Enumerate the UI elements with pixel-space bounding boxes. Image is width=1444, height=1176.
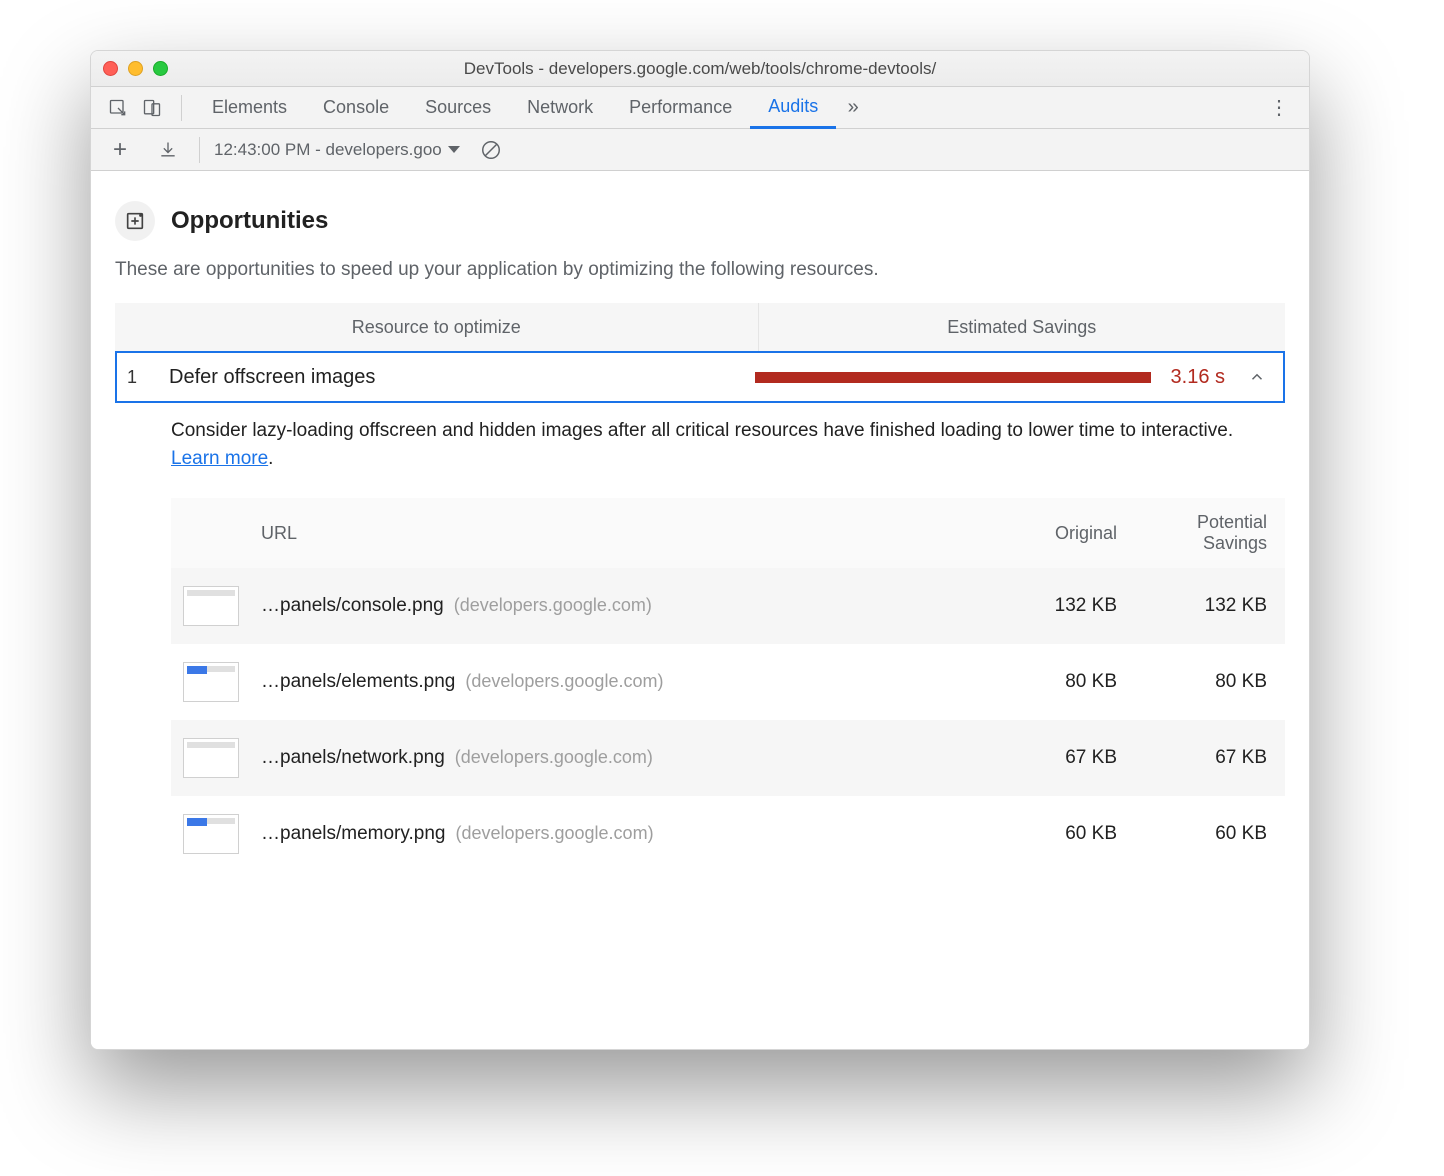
chevron-up-icon[interactable] (1245, 368, 1269, 386)
resource-original: 67 KB (977, 747, 1117, 769)
opportunity-detail-text: Consider lazy-loading offscreen and hidd… (171, 417, 1285, 472)
thumbnail-icon (183, 586, 239, 626)
detail-suffix: . (268, 448, 273, 469)
resource-url: …panels/network.png (developers.google.c… (261, 747, 977, 769)
resource-table: URL Original PotentialSavings …panels/co… (171, 498, 1285, 872)
separator (181, 95, 182, 121)
thumbnail-icon (183, 662, 239, 702)
resource-original: 80 KB (977, 671, 1117, 693)
audit-run-select[interactable]: 12:43:00 PM - developers.goo (214, 140, 460, 160)
col-potential: PotentialSavings (1117, 512, 1267, 555)
devtools-tabs-bar: Elements Console Sources Network Perform… (91, 87, 1309, 129)
inspect-element-icon[interactable] (101, 91, 135, 125)
clear-audit-icon[interactable] (474, 133, 508, 167)
col-resource: Resource to optimize (115, 303, 759, 351)
opportunity-savings-wrap: 3.16 s (755, 366, 1269, 389)
tab-sources[interactable]: Sources (407, 87, 509, 128)
col-savings: Estimated Savings (759, 303, 1286, 351)
savings-value: 3.16 s (1171, 366, 1225, 389)
resource-path: …panels/elements.png (261, 671, 455, 693)
resource-path: …panels/network.png (261, 747, 445, 769)
window-title: DevTools - developers.google.com/web/too… (91, 59, 1309, 79)
thumbnail-icon (183, 738, 239, 778)
resource-row[interactable]: …panels/elements.png (developers.google.… (171, 644, 1285, 720)
opportunity-columns-header: Resource to optimize Estimated Savings (115, 303, 1285, 351)
resource-path: …panels/memory.png (261, 823, 445, 845)
separator (199, 137, 200, 163)
tab-elements[interactable]: Elements (194, 87, 305, 128)
opportunity-index: 1 (127, 367, 157, 388)
resource-row[interactable]: …panels/network.png (developers.google.c… (171, 720, 1285, 796)
more-tabs-icon[interactable]: » (836, 91, 870, 125)
tab-network[interactable]: Network (509, 87, 611, 128)
resource-potential: 132 KB (1117, 595, 1267, 617)
tab-performance[interactable]: Performance (611, 87, 750, 128)
audit-run-label: 12:43:00 PM - developers.goo (214, 140, 442, 160)
resource-host: (developers.google.com) (455, 823, 653, 844)
audit-content: Opportunities These are opportunities to… (91, 171, 1309, 1049)
resource-original: 132 KB (977, 595, 1117, 617)
traffic-lights (103, 61, 168, 76)
resource-potential: 67 KB (1117, 747, 1267, 769)
resource-path: …panels/console.png (261, 595, 444, 617)
zoom-window-button[interactable] (153, 61, 168, 76)
titlebar: DevTools - developers.google.com/web/too… (91, 51, 1309, 87)
opportunities-title: Opportunities (171, 207, 328, 235)
device-toolbar-icon[interactable] (135, 91, 169, 125)
resource-original: 60 KB (977, 823, 1117, 845)
resource-row[interactable]: …panels/console.png (developers.google.c… (171, 568, 1285, 644)
opportunities-icon (115, 201, 155, 241)
opportunity-row[interactable]: 1 Defer offscreen images 3.16 s (115, 351, 1285, 403)
learn-more-link[interactable]: Learn more (171, 448, 268, 469)
resource-potential: 60 KB (1117, 823, 1267, 845)
download-report-icon[interactable] (151, 133, 185, 167)
resource-host: (developers.google.com) (465, 671, 663, 692)
new-audit-icon[interactable]: + (103, 133, 137, 167)
resource-row[interactable]: …panels/memory.png (developers.google.co… (171, 796, 1285, 872)
resource-potential: 80 KB (1117, 671, 1267, 693)
thumbnail-icon (183, 814, 239, 854)
resource-url: …panels/console.png (developers.google.c… (261, 595, 977, 617)
col-original: Original (977, 523, 1117, 544)
savings-bar (755, 372, 1150, 383)
opportunities-header: Opportunities (115, 201, 1285, 241)
tab-console[interactable]: Console (305, 87, 407, 128)
devtools-window: DevTools - developers.google.com/web/too… (90, 50, 1310, 1050)
resource-url: …panels/memory.png (developers.google.co… (261, 823, 977, 845)
col-url: URL (261, 523, 977, 544)
opportunities-description: These are opportunities to speed up your… (115, 259, 1285, 281)
minimize-window-button[interactable] (128, 61, 143, 76)
tab-audits[interactable]: Audits (750, 88, 836, 129)
resource-url: …panels/elements.png (developers.google.… (261, 671, 977, 693)
resource-host: (developers.google.com) (454, 595, 652, 616)
resource-host: (developers.google.com) (455, 747, 653, 768)
close-window-button[interactable] (103, 61, 118, 76)
dropdown-triangle-icon (448, 146, 460, 153)
resource-table-header: URL Original PotentialSavings (171, 498, 1285, 568)
kebab-menu-icon[interactable]: ⋮ (1259, 95, 1299, 120)
opportunity-detail: Consider lazy-loading offscreen and hidd… (115, 417, 1285, 872)
audits-toolbar: + 12:43:00 PM - developers.goo (91, 129, 1309, 171)
opportunity-name: Defer offscreen images (157, 366, 755, 389)
detail-text: Consider lazy-loading offscreen and hidd… (171, 420, 1233, 441)
